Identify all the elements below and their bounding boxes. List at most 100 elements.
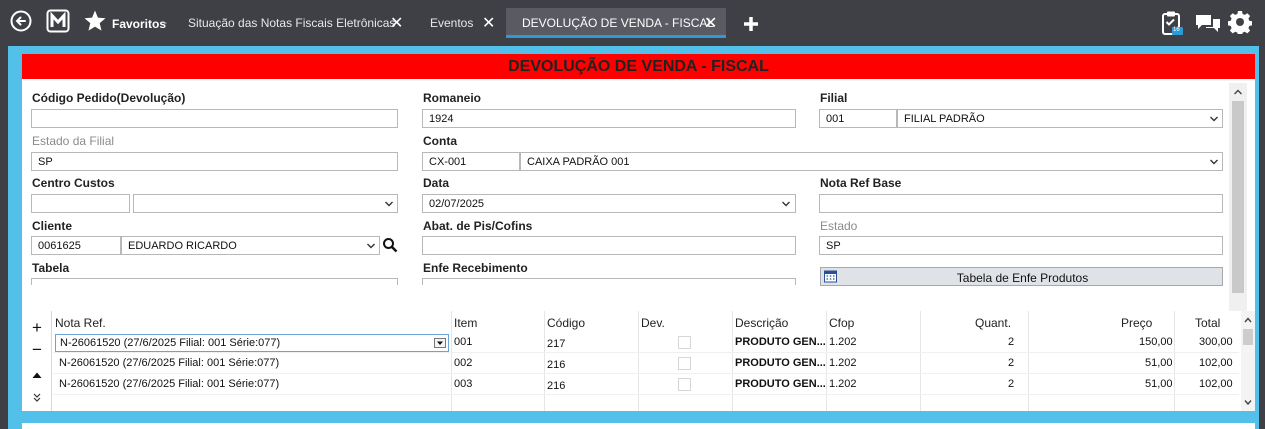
remove-row-button[interactable]: − [29, 341, 45, 358]
cell-quant: 2 [1008, 357, 1015, 369]
add-row-button[interactable]: + [29, 319, 45, 336]
star-icon[interactable] [83, 9, 107, 33]
nota-ref-base-label: Nota Ref Base [820, 176, 902, 190]
conta-label: Conta [423, 134, 457, 148]
cliente-code-input[interactable]: 0061625 [31, 236, 121, 255]
scrollbar-thumb[interactable] [1243, 329, 1253, 345]
menu-logo-icon[interactable] [46, 9, 70, 33]
column-header-total[interactable]: Total [1195, 316, 1220, 330]
data-input[interactable]: 02/07/2025 [422, 194, 796, 213]
close-icon[interactable]: ✕ [482, 13, 495, 33]
tabela-enfe-produtos-label: Tabela de Enfe Produtos [956, 271, 1089, 285]
favorites-chevron-icon[interactable]: - [163, 15, 167, 29]
abat-pis-input[interactable] [422, 236, 796, 255]
cell-cfop: 1.202 [829, 378, 857, 390]
centro-custos-select[interactable] [133, 194, 398, 213]
centro-custos-code-input[interactable] [31, 194, 130, 213]
cell-preco: 51,00 [1145, 378, 1173, 390]
cell-preco: 51,00 [1145, 357, 1173, 369]
cell-quant: 2 [1008, 378, 1015, 390]
cell-quant: 2 [1008, 336, 1015, 348]
cell-descricao: PRODUTO GEN... [735, 336, 826, 348]
cell-cfop: 1.202 [829, 336, 857, 348]
grid-scrollbar[interactable] [1241, 311, 1255, 411]
clipboard-icon[interactable]: 16 [1160, 10, 1184, 36]
cliente-select[interactable]: EDUARDO RICARDO [121, 236, 380, 255]
chat-icon[interactable] [1194, 12, 1222, 34]
tab-eventos[interactable]: Eventos ✕ [422, 8, 504, 38]
tab-devolucao-venda[interactable]: DEVOLUÇÃO DE VENDA - FISCAL ✕ [506, 8, 726, 38]
cell-nota-ref[interactable]: N-26061520 (27/6/2025 Filial: 001 Série:… [55, 334, 449, 352]
estado-filial-label: Estado da Filial [32, 134, 115, 148]
dev-checkbox[interactable] [678, 378, 691, 391]
codigo-pedido-label: Código Pedido(Devolução) [32, 91, 186, 105]
chevron-down-icon[interactable] [781, 199, 791, 209]
dev-checkbox[interactable] [678, 357, 691, 370]
scroll-up-icon[interactable] [1232, 86, 1244, 98]
chevron-down-icon[interactable] [1209, 114, 1219, 124]
gear-icon[interactable] [1228, 10, 1252, 34]
tabela-enfe-produtos-button[interactable]: Tabela de Enfe Produtos [820, 267, 1223, 286]
column-header-cfop[interactable]: Cfop [829, 316, 854, 330]
tab-label: Eventos [430, 16, 474, 30]
search-icon[interactable] [382, 237, 398, 253]
chevron-down-icon[interactable] [366, 241, 376, 251]
enfe-recebimento-input[interactable] [422, 278, 796, 285]
chevron-down-icon[interactable] [1209, 157, 1219, 167]
tab-label: DEVOLUÇÃO DE VENDA - FISCAL [522, 16, 715, 30]
cell-cfop: 1.202 [829, 357, 857, 369]
produtos-grid: + − Nota Ref. Item Código Dev. Descrição… [22, 311, 1255, 411]
data-label: Data [423, 176, 450, 190]
cell-nota-ref[interactable]: N-26061520 (27/6/2025 Filial: 001 Série:… [59, 357, 279, 369]
codigo-pedido-input[interactable] [31, 109, 398, 128]
next-section-strip [22, 423, 1255, 429]
produtos-section-header[interactable]: Produtos [22, 293, 1255, 311]
estado-input[interactable]: SP [819, 236, 1223, 255]
filial-code-input[interactable]: 001 [819, 109, 897, 128]
move-up-icon[interactable] [29, 367, 45, 383]
filial-select[interactable]: FILIAL PADRÃO [897, 109, 1223, 128]
cell-codigo: 217 [547, 338, 566, 350]
tabela-input[interactable] [31, 278, 398, 285]
scroll-down-icon[interactable] [1243, 397, 1253, 407]
conta-select[interactable]: CAIXA PADRÃO 001 [520, 152, 1223, 171]
collapse-triangle-icon[interactable] [25, 298, 33, 305]
cell-total: 102,00 [1199, 357, 1233, 369]
nota-ref-base-input[interactable] [819, 194, 1223, 213]
chevron-down-icon[interactable] [384, 199, 394, 209]
column-header-nota-ref[interactable]: Nota Ref. [55, 316, 106, 330]
column-header-descricao[interactable]: Descrição [735, 316, 788, 330]
column-header-dev[interactable]: Dev. [641, 316, 665, 330]
scroll-up-icon[interactable] [1243, 315, 1253, 325]
estado-filial-input[interactable]: SP [31, 152, 398, 171]
cell-nota-ref[interactable]: N-26061520 (27/6/2025 Filial: 001 Série:… [59, 378, 279, 390]
cell-codigo: 216 [547, 380, 566, 392]
table-row[interactable]: N-26061520 (27/6/2025 Filial: 001 Série:… [53, 333, 1239, 353]
top-bar: Favoritos - Situação das Notas Fiscais E… [0, 0, 1265, 46]
scrollbar-thumb[interactable] [1232, 101, 1244, 293]
produtos-title: Produtos [37, 295, 82, 307]
centro-custos-label: Centro Custos [32, 176, 115, 190]
table-row[interactable]: N-26061520 (27/6/2025 Filial: 001 Série:… [53, 354, 1239, 374]
clipboard-badge: 16 [1173, 27, 1180, 33]
favorites-label[interactable]: Favoritos [112, 17, 166, 31]
column-header-codigo[interactable]: Código [547, 316, 585, 330]
close-icon[interactable]: ✕ [390, 13, 403, 33]
close-icon[interactable]: ✕ [704, 13, 717, 33]
back-arrow-icon[interactable] [10, 10, 32, 32]
romaneio-input[interactable]: 1924 [422, 109, 796, 128]
dropdown-arrow-icon[interactable] [434, 338, 446, 348]
title-banner: DEVOLUÇÃO DE VENDA - FISCAL [22, 54, 1255, 79]
tab-situacao-notas[interactable]: Situação das Notas Fiscais Eletrônicas ✕ [180, 8, 410, 38]
column-header-preco[interactable]: Preço [1121, 316, 1152, 330]
dev-checkbox[interactable] [678, 336, 691, 349]
table-row[interactable]: N-26061520 (27/6/2025 Filial: 001 Série:… [53, 375, 1239, 395]
cell-item: 002 [454, 357, 473, 369]
column-header-quant[interactable]: Quant. [975, 316, 1011, 330]
column-header-item[interactable]: Item [454, 316, 477, 330]
conta-code-input[interactable]: CX-001 [422, 152, 520, 171]
add-tab-icon[interactable] [742, 15, 760, 33]
expand-down-icon[interactable] [29, 389, 45, 405]
romaneio-label: Romaneio [423, 91, 482, 105]
cell-item: 003 [454, 378, 473, 390]
